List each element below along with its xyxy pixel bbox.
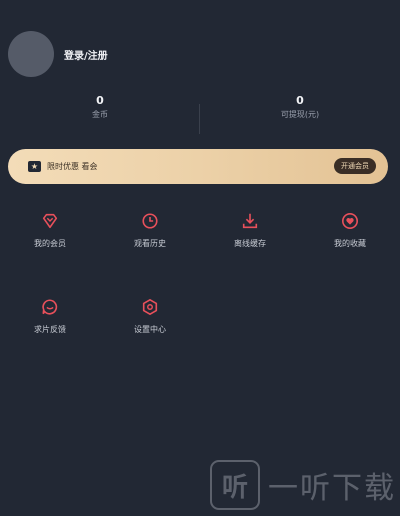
menu-item-offline-cache[interactable]: 离线缓存 xyxy=(200,212,300,298)
avatar[interactable] xyxy=(8,31,54,77)
menu-label: 离线缓存 xyxy=(234,239,266,248)
coins-value: 0 xyxy=(96,94,104,107)
menu-item-feedback[interactable]: 求片反馈 xyxy=(0,298,100,384)
stats-divider xyxy=(199,104,200,134)
login-register-link[interactable]: 登录/注册 xyxy=(64,47,108,62)
withdrawable-value: 0 xyxy=(296,94,304,107)
menu-label: 我的收藏 xyxy=(334,239,366,248)
smile-chat-icon xyxy=(42,299,58,315)
heart-icon xyxy=(341,212,359,230)
menu-item-membership[interactable]: 我的会员 xyxy=(0,212,100,298)
menu-label: 求片反馈 xyxy=(34,325,66,334)
stats-bar: 0 金币 0 可提现(元) xyxy=(0,92,400,136)
coins-label: 金币 xyxy=(92,110,108,119)
menu-label: 观看历史 xyxy=(134,239,166,248)
coins-stat[interactable]: 0 金币 xyxy=(0,92,200,136)
menu-item-favorites[interactable]: 我的收藏 xyxy=(300,212,400,298)
watermark-logo: 听 xyxy=(210,460,260,510)
menu-label: 我的会员 xyxy=(34,239,66,248)
menu-label: 设置中心 xyxy=(134,325,166,334)
open-vip-button[interactable]: 开通会员 xyxy=(334,158,376,174)
profile-header[interactable]: 登录/注册 xyxy=(8,30,108,78)
withdrawable-label: 可提现(元) xyxy=(280,110,320,119)
vip-star-icon: ★ xyxy=(28,161,41,172)
withdrawable-stat[interactable]: 0 可提现(元) xyxy=(200,92,400,136)
watermark: 听 一听下载 xyxy=(210,460,396,510)
clock-icon xyxy=(142,213,158,229)
settings-hexagon-icon xyxy=(142,298,158,316)
watermark-text: 一听下载 xyxy=(268,471,396,506)
menu-grid: 我的会员 观看历史 离线缓存 我的收藏 求片反馈 设置中心 xyxy=(0,212,400,384)
menu-item-settings[interactable]: 设置中心 xyxy=(100,298,200,384)
vip-promo-text: 限时优惠 看会 xyxy=(47,162,98,171)
vip-banner[interactable]: ★ 限时优惠 看会 开通会员 xyxy=(8,149,388,184)
download-icon xyxy=(242,213,258,229)
menu-item-history[interactable]: 观看历史 xyxy=(100,212,200,298)
diamond-icon xyxy=(42,213,58,229)
